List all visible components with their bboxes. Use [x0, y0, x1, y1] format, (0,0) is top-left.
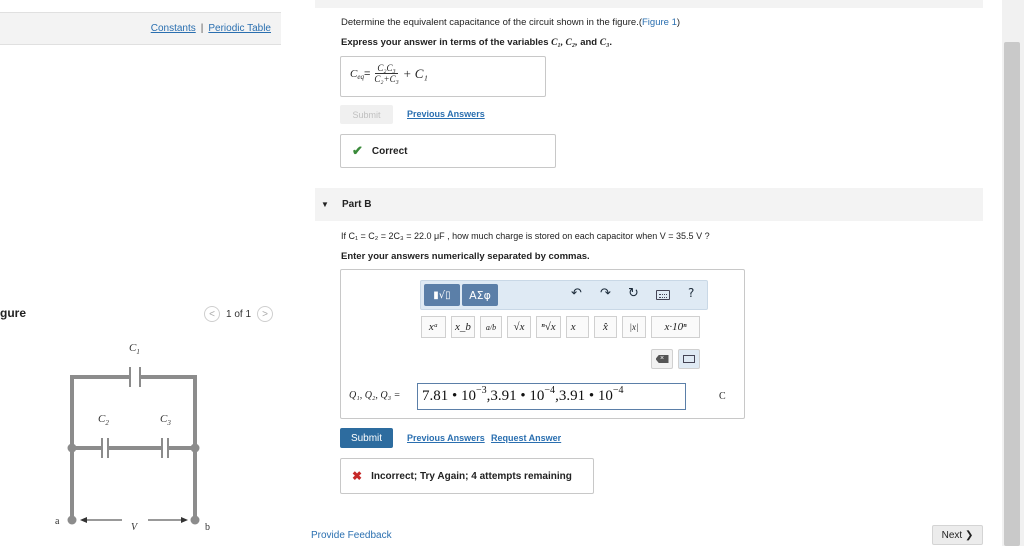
delete-button[interactable]: ×: [651, 349, 673, 369]
keyboard-toggle-button[interactable]: [678, 349, 700, 369]
part-a-answer-box: Ceq = C₂C₃ C₂+C₃ + C₁: [340, 56, 546, 97]
figure-heading: gure: [0, 306, 27, 320]
superscript-button[interactable]: xᵃ: [421, 316, 446, 338]
sqrt-button[interactable]: √x: [507, 316, 531, 338]
fraction-button[interactable]: a/b: [480, 316, 502, 338]
part-a-question: Determine the equivalent capacitance of …: [341, 17, 681, 28]
collapse-triangle-icon[interactable]: ▼: [321, 200, 329, 209]
part-b-feedback: ✖ Incorrect; Try Again; 4 attempts remai…: [340, 458, 594, 494]
part-a-answer-expression: Ceq = C₂C₃ C₂+C₃ + C₁: [350, 63, 428, 84]
help-icon[interactable]: ?: [688, 286, 694, 300]
part-b-header[interactable]: ▼ Part B: [315, 188, 983, 221]
incorrect-text: Incorrect; Try Again; 4 attempts remaini…: [371, 470, 572, 482]
link-separator: |: [200, 23, 204, 34]
request-answer-link[interactable]: Request Answer: [491, 433, 561, 443]
scientific-notation-button[interactable]: x·10ⁿ: [651, 316, 700, 338]
check-icon: ✔: [352, 143, 363, 158]
correct-text: Correct: [371, 145, 408, 157]
backspace-icon: ×: [655, 355, 669, 363]
part-b-previous-answers-link[interactable]: Previous Answers: [407, 433, 485, 443]
circuit-diagram: C1 C2 C3 a b V: [55, 342, 210, 533]
prev-figure-button[interactable]: <: [204, 306, 220, 322]
scrollbar-thumb[interactable]: [1004, 42, 1020, 546]
absolute-value-button[interactable]: |x|: [622, 316, 646, 338]
outer-wire: [70, 375, 197, 450]
symbols-button[interactable]: ΑΣφ: [462, 284, 498, 306]
part-a-previous-answers-link[interactable]: Previous Answers: [407, 109, 485, 119]
part-b-title: Part B: [342, 199, 372, 210]
figure-count: 1 of 1: [226, 308, 252, 320]
answer-fraction: C₂C₃ C₂+C₃: [374, 63, 399, 84]
c3-label: C3: [160, 413, 171, 427]
resources-bar: Constants | Periodic Table: [0, 12, 281, 45]
terminal-a: [67, 515, 77, 525]
provide-feedback-link[interactable]: Provide Feedback: [311, 530, 392, 541]
c2-label: C2: [98, 413, 109, 427]
part-b-question: If C₁ = C₂ = 2C₃ = 22.0 μF , how much ch…: [341, 231, 710, 241]
part-a-feedback: ✔ Correct: [340, 134, 556, 168]
junction-right: [190, 443, 200, 453]
redo-icon[interactable]: ↷: [600, 286, 611, 301]
voltage-arrowhead-left: [80, 517, 87, 523]
part-a-instructions: Express your answer in terms of the vari…: [341, 37, 613, 48]
periodic-table-link[interactable]: Periodic Table: [208, 23, 271, 34]
subscript-button[interactable]: x_b: [451, 316, 475, 338]
part-a-header-band: [315, 0, 983, 8]
terminal-b: [190, 515, 200, 525]
keyboard-icon[interactable]: [656, 290, 670, 300]
part-a-submit-button[interactable]: Submit: [340, 105, 393, 124]
keyboard-small-icon: [683, 355, 695, 363]
junction-left: [67, 443, 77, 453]
c1-label: C1: [129, 342, 140, 356]
voltage-arrowhead-right: [181, 517, 188, 523]
part-b-answer-input[interactable]: 7.81 • 10 −3,3.91 • 10 −4,3.91 • 10 −4: [417, 383, 686, 410]
next-figure-button[interactable]: >: [257, 306, 274, 322]
figure-link[interactable]: Figure 1: [642, 17, 677, 28]
part-b-instructions: Enter your answers numerically separated…: [341, 251, 590, 262]
voltage-label: V: [131, 522, 139, 533]
resource-links: Constants | Periodic Table: [151, 23, 271, 34]
node-a-label: a: [55, 516, 60, 527]
part-b-answer-label: Q₁, Q₂, Q₃ =: [349, 390, 401, 401]
reset-icon[interactable]: ↻: [628, 286, 639, 301]
figure-pager: < 1 of 1 >: [204, 306, 274, 322]
part-b-submit-button[interactable]: Submit: [340, 428, 393, 448]
unit-vector-button[interactable]: x̂: [594, 316, 617, 338]
constants-link[interactable]: Constants: [151, 23, 196, 34]
undo-icon[interactable]: ↶: [571, 286, 582, 301]
node-b-label: b: [205, 522, 210, 533]
templates-button[interactable]: ▮√▯: [424, 284, 460, 306]
answer-unit: C: [719, 391, 726, 402]
next-button[interactable]: Next ❯: [932, 525, 983, 545]
nth-root-button[interactable]: ⁿ√x: [536, 316, 561, 338]
x-mark-icon: ✖: [352, 469, 363, 483]
lead-wires: [70, 446, 197, 522]
vector-button[interactable]: x⃗: [566, 316, 589, 338]
